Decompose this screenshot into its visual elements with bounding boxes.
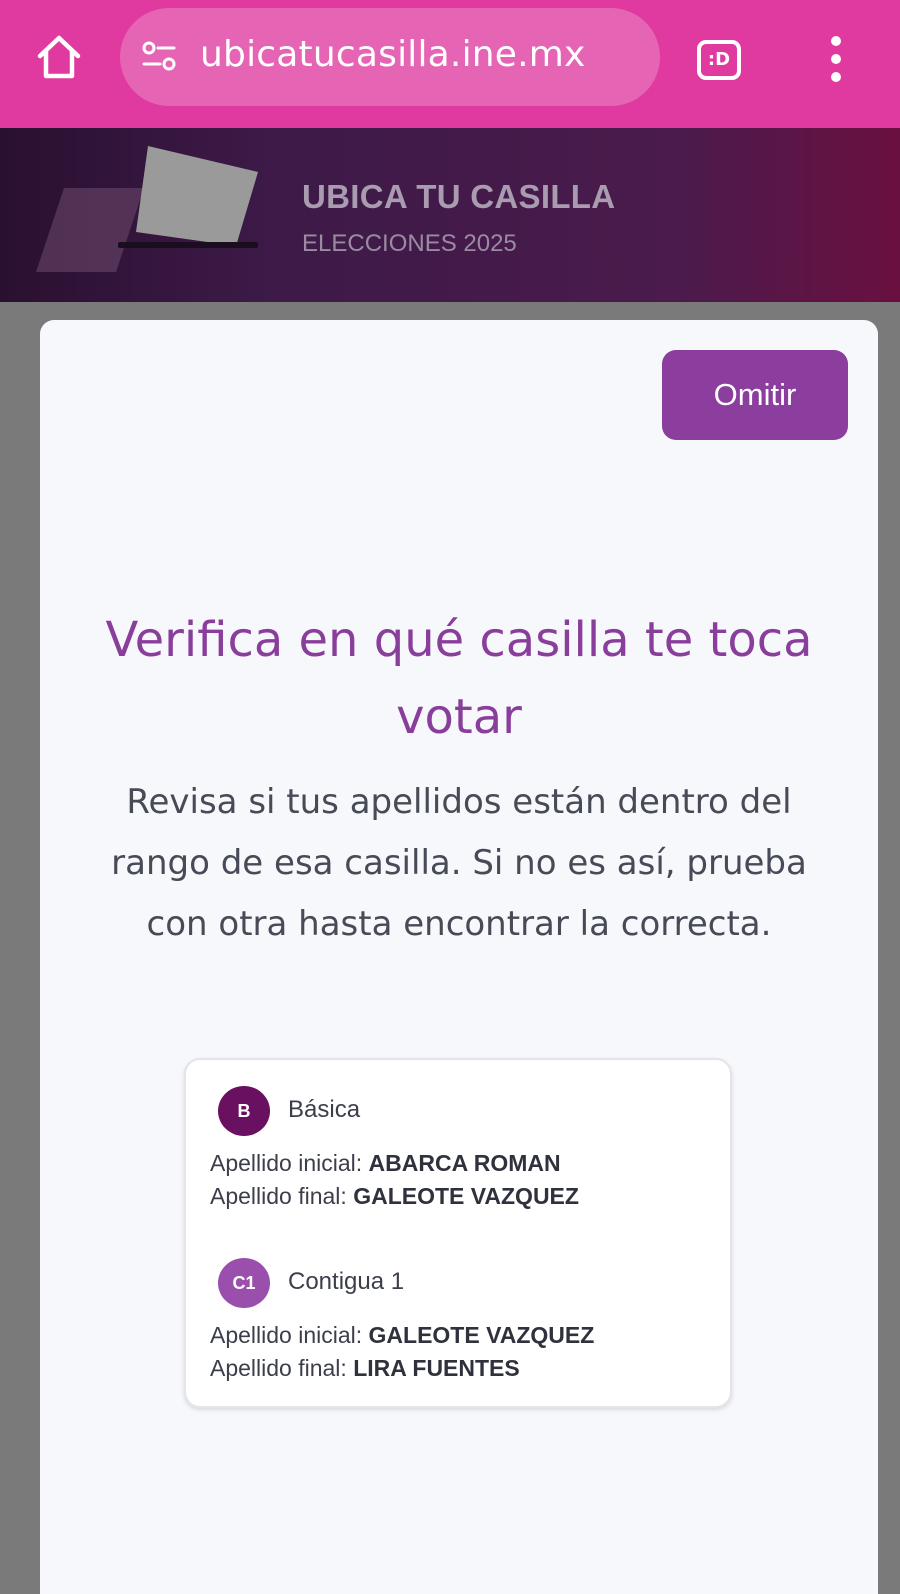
modal-description: Revisa si tus apellidos están dentro del… bbox=[111, 782, 807, 944]
start-surname-line: Apellido inicial: ABARCA ROMAN bbox=[210, 1150, 561, 1176]
end-surname-value: GALEOTE VAZQUEZ bbox=[353, 1183, 579, 1209]
more-menu-icon[interactable] bbox=[826, 36, 846, 82]
skip-button[interactable]: Omitir bbox=[662, 350, 848, 440]
extension-button[interactable]: :D bbox=[697, 40, 741, 80]
start-surname-line: Apellido inicial: GALEOTE VAZQUEZ bbox=[210, 1322, 595, 1348]
end-surname-line: Apellido final: GALEOTE VAZQUEZ bbox=[210, 1183, 579, 1209]
home-icon[interactable] bbox=[34, 32, 84, 82]
site-subtitle: ELECCIONES 2025 bbox=[302, 230, 517, 257]
casilla-example-card: B Básica Apellido inicial: ABARCA ROMAN … bbox=[184, 1058, 732, 1408]
site-settings-icon[interactable] bbox=[140, 40, 180, 74]
casilla-type: Básica bbox=[288, 1096, 361, 1123]
address-bar[interactable]: ubicatucasilla.ine.mx bbox=[120, 8, 660, 106]
browser-toolbar: ubicatucasilla.ine.mx :D bbox=[0, 0, 900, 128]
badge-b: B bbox=[218, 1086, 270, 1136]
modal-title: Verifica en qué casilla te toca votar bbox=[105, 612, 813, 745]
end-surname-value: LIRA FUENTES bbox=[353, 1355, 520, 1381]
onboarding-modal: Omitir Verifica en qué casilla te toca v… bbox=[40, 320, 878, 1594]
badge-c1: C1 bbox=[218, 1258, 270, 1308]
site-title: UBICA TU CASILLA bbox=[302, 178, 616, 215]
url-text: ubicatucasilla.ine.mx bbox=[200, 34, 586, 75]
ballot-box-logo bbox=[36, 138, 276, 288]
start-surname-value: GALEOTE VAZQUEZ bbox=[368, 1322, 595, 1348]
casilla-type: Contigua 1 bbox=[288, 1268, 405, 1295]
start-surname-value: ABARCA ROMAN bbox=[368, 1150, 561, 1176]
site-header: UBICA TU CASILLA ELECCIONES 2025 bbox=[0, 128, 900, 302]
end-surname-line: Apellido final: LIRA FUENTES bbox=[210, 1355, 520, 1381]
